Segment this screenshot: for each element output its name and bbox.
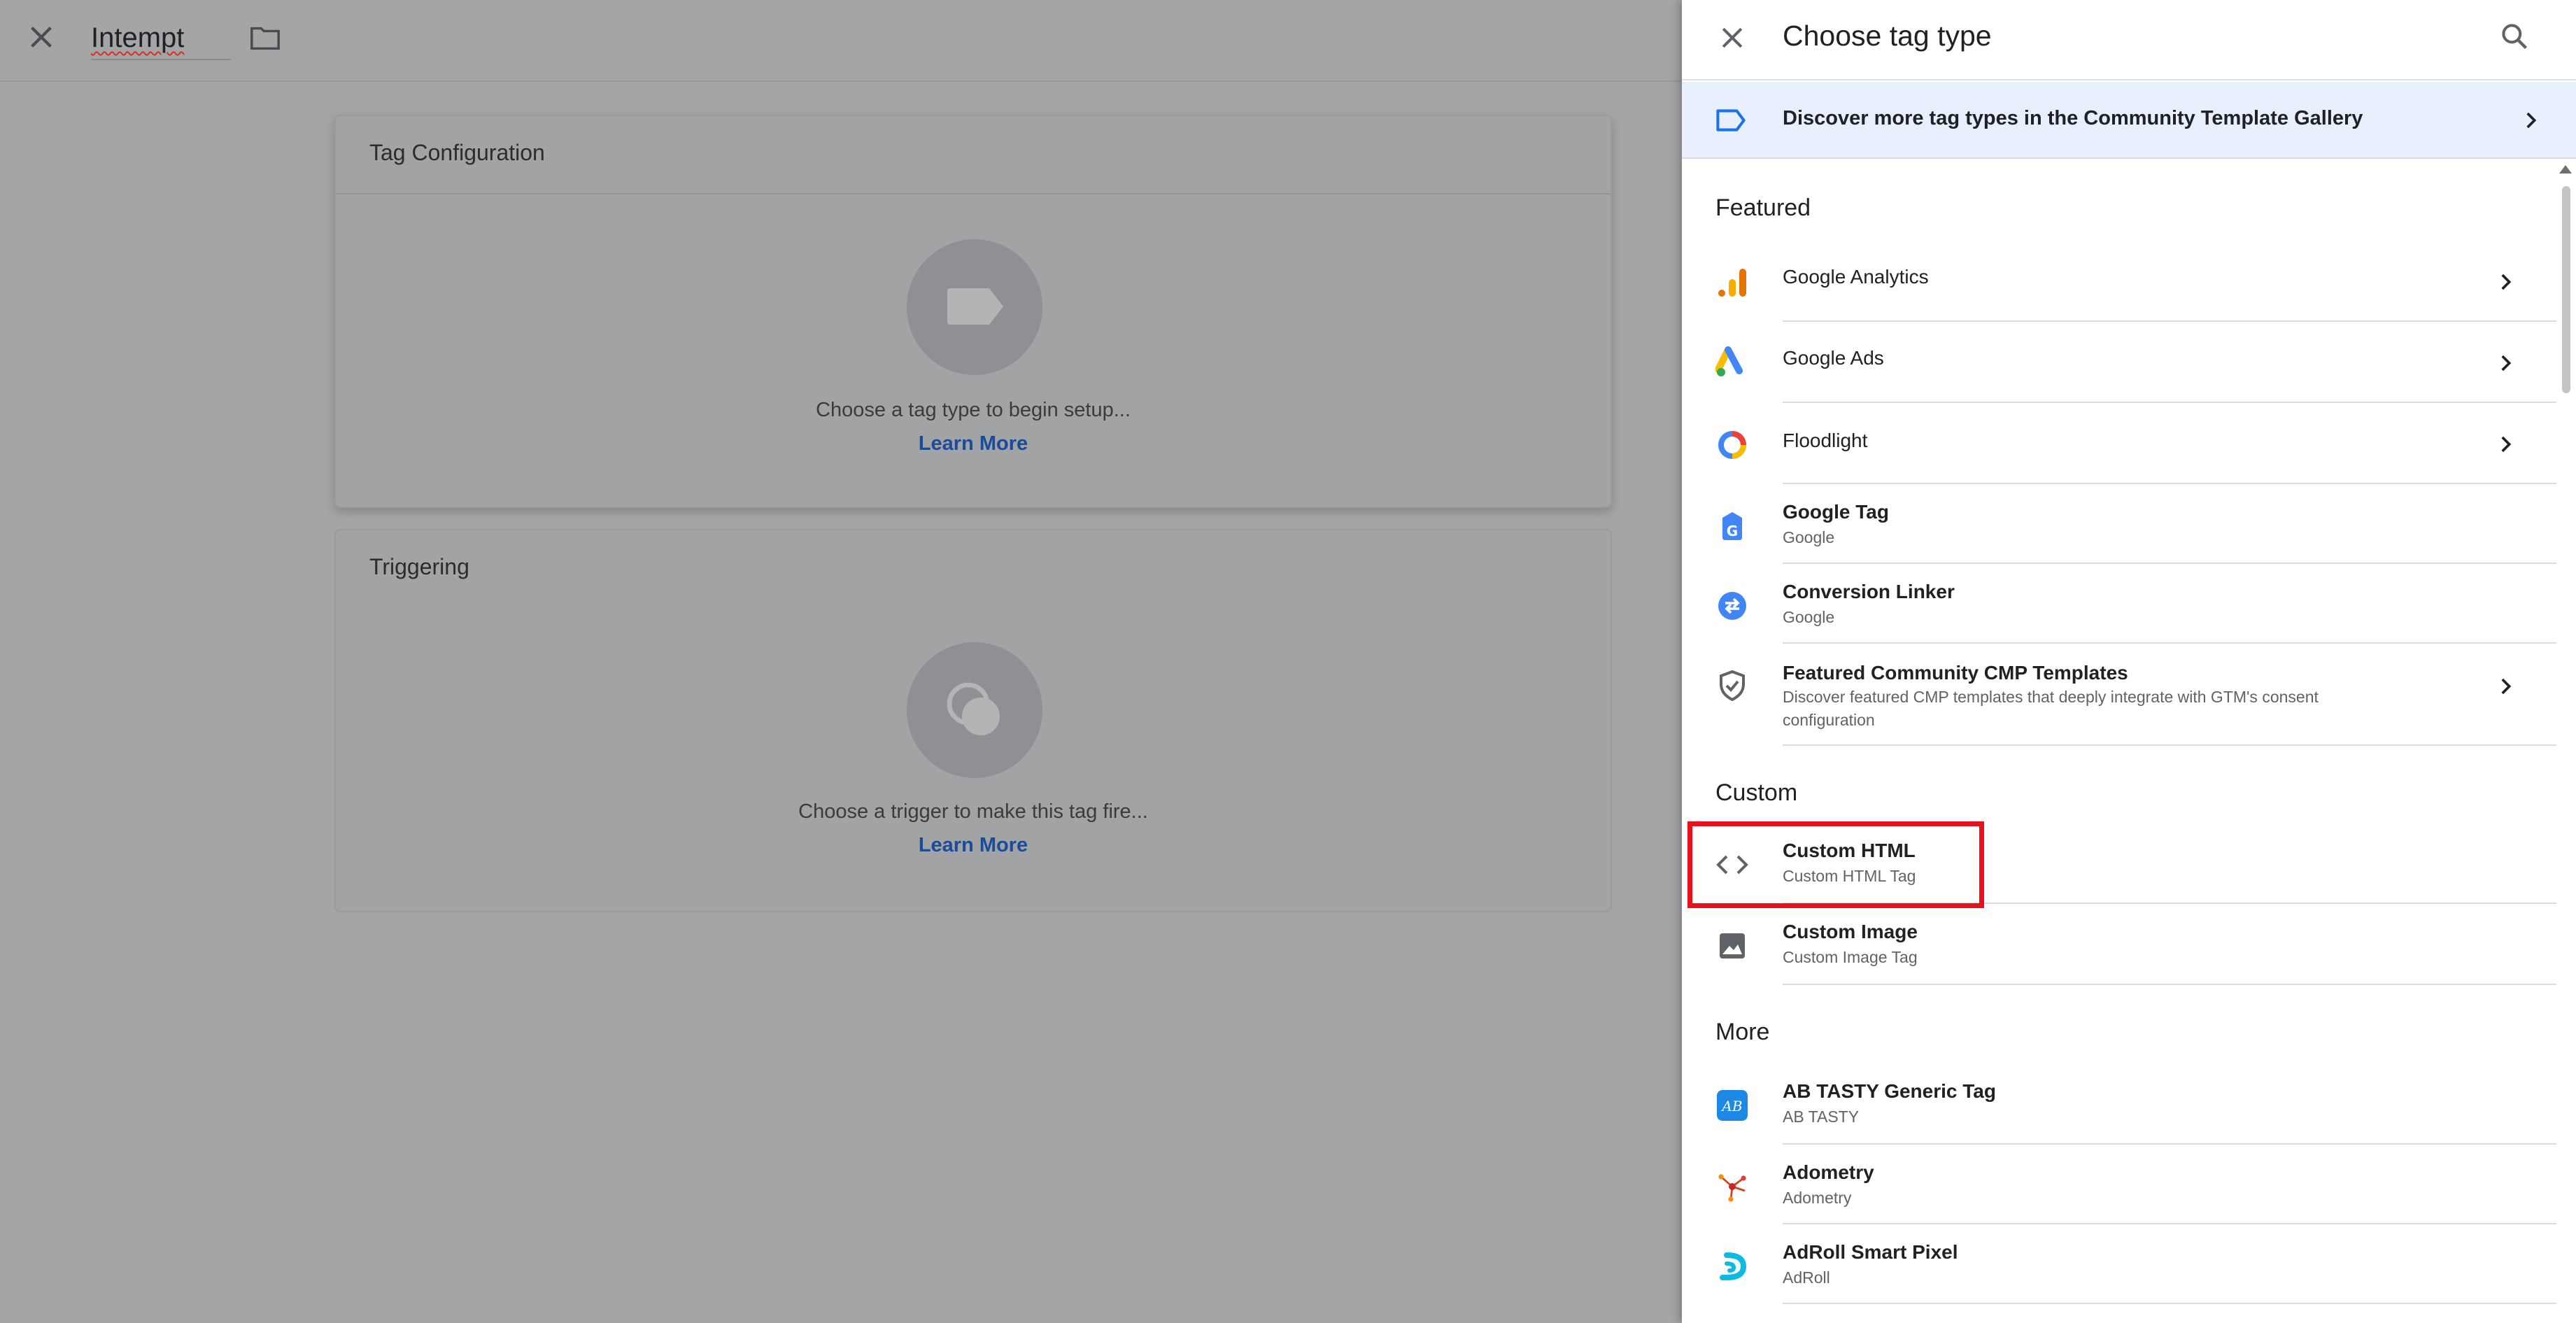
tag-configuration-card[interactable]: Tag Configuration Choose a tag type to b… <box>334 115 1612 508</box>
chevron-right-icon <box>2526 112 2537 129</box>
card-divider <box>336 193 1611 194</box>
row-title: Custom HTML <box>1783 840 1916 861</box>
code-brackets-icon <box>1716 855 1748 875</box>
tag-type-floodlight[interactable]: Floodlight <box>1682 403 2556 484</box>
folder-icon[interactable] <box>249 24 281 52</box>
triggering-card[interactable]: Triggering Choose a trigger to make this… <box>334 529 1612 912</box>
row-title: AdRoll Smart Pixel <box>1783 1241 1958 1263</box>
chevron-right-icon <box>2501 274 2512 290</box>
tag-type-custom-html[interactable]: Custom HTML Custom HTML Tag <box>1682 823 2556 904</box>
tag-configuration-title: Tag Configuration <box>369 140 545 165</box>
row-title: Google Analytics <box>1783 266 1929 288</box>
svg-text:AB: AB <box>1720 1098 1742 1115</box>
row-title: Featured Community CMP Templates <box>1783 662 2128 684</box>
row-divider <box>1783 1303 2556 1304</box>
row-subtitle: AdRoll <box>1783 1268 1830 1287</box>
tag-placeholder-circle[interactable] <box>907 239 1042 375</box>
tag-type-conversion-linker[interactable]: Conversion Linker Google <box>1682 564 2556 644</box>
google-tag-icon: G <box>1722 512 1742 540</box>
tag-name-value: Intempt <box>91 22 185 53</box>
tag-type-custom-image[interactable]: Custom Image Custom Image Tag <box>1682 904 2556 985</box>
row-subtitle: AB TASTY <box>1783 1108 1860 1126</box>
triggering-title: Triggering <box>369 554 469 579</box>
row-divider <box>1783 984 2556 985</box>
editor-topbar: Intempt <box>0 0 1682 82</box>
shield-check-icon <box>1720 670 1745 702</box>
section-more: More <box>1715 1019 1770 1045</box>
drawer-title: Choose tag type <box>1783 20 1992 52</box>
tag-name-input[interactable]: Intempt <box>91 18 231 60</box>
tag-type-featured-cmp-templates[interactable]: Featured Community CMP Templates Discove… <box>1682 644 2556 746</box>
row-title: Floodlight <box>1783 430 1868 451</box>
tag-shape-icon <box>947 288 1003 325</box>
trigger-placeholder-circle[interactable] <box>907 642 1042 778</box>
tag-type-google-analytics[interactable]: Google Analytics <box>1682 242 2556 322</box>
conversion-linker-icon <box>1718 592 1746 620</box>
floodlight-icon <box>1718 431 1746 459</box>
scroll-up-arrow[interactable] <box>2559 165 2572 174</box>
row-title: Google Ads <box>1783 347 1884 369</box>
close-icon[interactable] <box>1717 22 1748 53</box>
community-gallery-banner[interactable]: Discover more tag types in the Community… <box>1682 82 2576 159</box>
row-subtitle: Google <box>1783 608 1835 626</box>
triggering-hint: Choose a trigger to make this tag fire..… <box>798 800 1148 823</box>
google-analytics-icon <box>1718 269 1746 297</box>
choose-tag-type-drawer: Choose tag type Discover more tag types … <box>1682 0 2576 1323</box>
drawer-header: Choose tag type <box>1682 0 2576 80</box>
search-icon[interactable] <box>2499 21 2530 52</box>
svg-text:G: G <box>1727 523 1738 539</box>
tag-outline-icon <box>1716 109 1746 132</box>
row-title: AB TASTY Generic Tag <box>1783 1080 1996 1102</box>
row-title: Google Tag <box>1783 501 1889 523</box>
row-title: Conversion Linker <box>1783 581 1955 602</box>
row-title: Adometry <box>1783 1161 1874 1183</box>
ab-tasty-icon: AB <box>1717 1090 1748 1121</box>
row-title: Custom Image <box>1783 921 1918 942</box>
close-icon[interactable] <box>25 21 57 53</box>
tag-type-google-ads[interactable]: Google Ads <box>1682 322 2556 403</box>
google-ads-icon <box>1715 346 1743 376</box>
chevron-right-icon <box>2501 436 2512 453</box>
triggering-learn-more-link[interactable]: Learn More <box>336 834 1611 857</box>
tag-editor-backdrop: Intempt Tag Configuration Choose a tag t… <box>0 0 1682 1323</box>
tag-type-adometry[interactable]: Adometry Adometry <box>1682 1145 2556 1224</box>
adroll-icon <box>1720 1252 1747 1280</box>
image-icon <box>1720 933 1745 958</box>
tag-type-ab-tasty[interactable]: AB AB TASTY Generic Tag AB TASTY <box>1682 1063 2556 1145</box>
community-gallery-text: Discover more tag types in the Community… <box>1783 107 2363 129</box>
adometry-icon <box>1718 1174 1746 1202</box>
row-subtitle: Adometry <box>1783 1189 1852 1207</box>
trigger-shape-icon <box>947 682 1000 735</box>
row-subtitle: Custom HTML Tag <box>1783 867 1916 885</box>
row-subtitle: Google <box>1783 528 1835 546</box>
row-subtitle: Custom Image Tag <box>1783 948 1918 966</box>
chevron-right-icon <box>2501 678 2512 695</box>
tag-type-google-tag[interactable]: G Google Tag Google <box>1682 484 2556 564</box>
scrollbar-thumb[interactable] <box>2562 186 2570 393</box>
tag-type-adroll-smart-pixel[interactable]: AdRoll Smart Pixel AdRoll <box>1682 1224 2556 1304</box>
tag-configuration-learn-more-link[interactable]: Learn More <box>336 432 1611 455</box>
chevron-right-icon <box>2501 355 2512 372</box>
row-divider <box>1783 744 2556 746</box>
section-featured: Featured <box>1715 194 1811 221</box>
tag-configuration-hint: Choose a tag type to begin setup... <box>816 399 1131 421</box>
section-custom: Custom <box>1715 779 1798 806</box>
row-subtitle: Discover featured CMP templates that dee… <box>1783 688 2319 729</box>
